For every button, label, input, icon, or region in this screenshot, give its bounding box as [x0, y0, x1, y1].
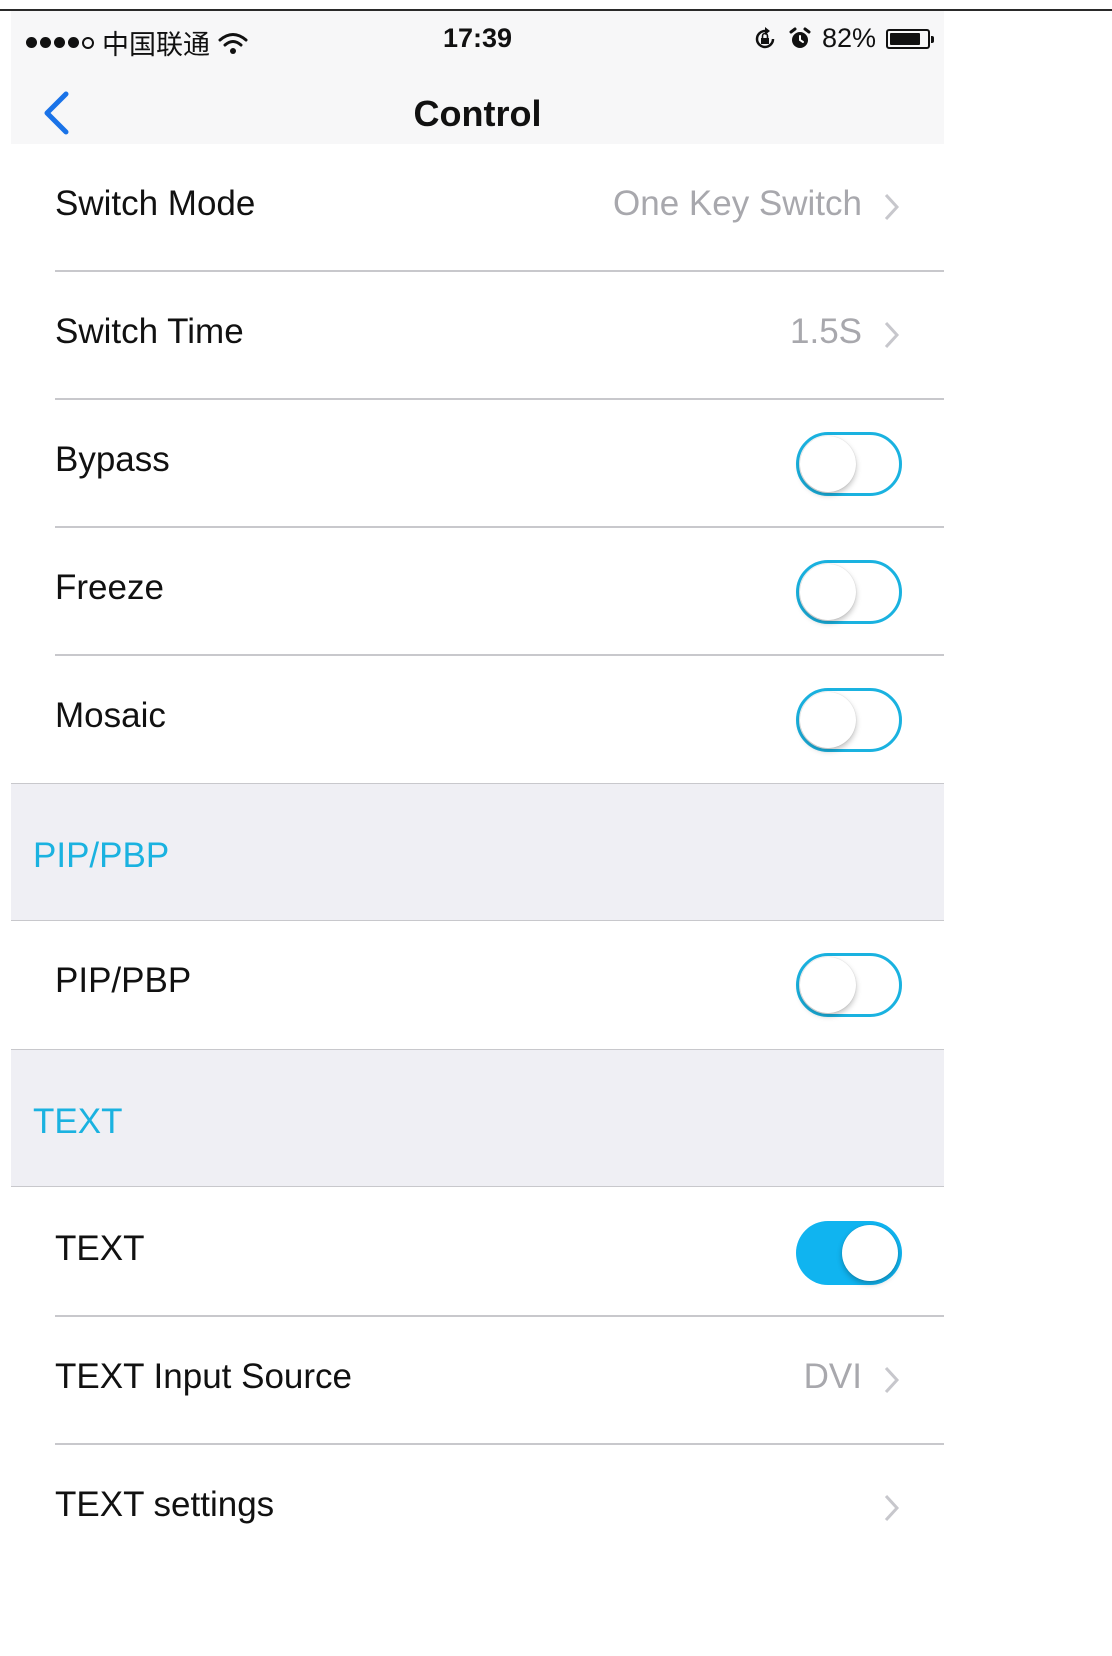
status-right: 82% — [752, 23, 934, 54]
section-title-text: TEXT — [33, 1102, 123, 1141]
mosaic-toggle[interactable] — [796, 688, 902, 752]
text-input-source-value: DVI — [803, 1357, 862, 1396]
pip-pbp-row: PIP/PBP — [11, 921, 944, 1049]
toggle-knob — [800, 692, 856, 748]
freeze-label: Freeze — [55, 568, 164, 607]
freeze-row: Freeze — [11, 528, 944, 656]
text-input-source-label: TEXT Input Source — [55, 1357, 353, 1396]
toggle-knob — [800, 564, 856, 620]
text-settings-label: TEXT settings — [55, 1485, 275, 1524]
mosaic-label: Mosaic — [55, 696, 166, 735]
switch-mode-value: One Key Switch — [613, 184, 862, 223]
rotation-lock-icon — [755, 26, 775, 48]
mosaic-row: Mosaic — [11, 656, 944, 784]
status-bar: 中国联通 17:39 82% — [11, 11, 944, 63]
text-settings-row[interactable]: TEXT settings — [11, 1445, 944, 1573]
bypass-row: Bypass — [11, 400, 944, 528]
bypass-label: Bypass — [55, 440, 170, 479]
text-row: TEXT — [11, 1189, 944, 1317]
freeze-toggle[interactable] — [796, 560, 902, 624]
text-label: TEXT — [55, 1229, 145, 1268]
switch-time-value: 1.5S — [790, 312, 862, 351]
toggle-knob — [800, 957, 856, 1013]
alarm-icon — [789, 27, 811, 48]
text-toggle[interactable] — [796, 1221, 902, 1285]
pip-pbp-toggle[interactable] — [796, 953, 902, 1017]
switch-time-row[interactable]: Switch Time 1.5S — [11, 272, 944, 400]
toggle-knob — [800, 436, 856, 492]
switch-mode-label: Switch Mode — [55, 184, 256, 223]
battery-fill — [890, 32, 920, 45]
phone-screen: 中国联通 17:39 82% Control Switch Mode One K… — [11, 11, 944, 1656]
chevron-right-icon — [884, 193, 900, 221]
switch-time-label: Switch Time — [55, 312, 244, 351]
section-header-text: TEXT — [11, 1049, 944, 1187]
chevron-right-icon — [884, 1494, 900, 1522]
page-title: Control — [413, 93, 542, 134]
battery-percent: 82% — [821, 23, 876, 53]
section-header-pip-pbp: PIP/PBP — [11, 783, 944, 921]
section-title-pip-pbp: PIP/PBP — [33, 836, 170, 875]
chevron-right-icon — [884, 321, 900, 349]
switch-mode-row[interactable]: Switch Mode One Key Switch — [11, 144, 944, 272]
pip-pbp-label: PIP/PBP — [55, 961, 192, 1000]
battery-icon — [886, 28, 934, 49]
bypass-toggle[interactable] — [796, 432, 902, 496]
toggle-knob — [842, 1225, 898, 1281]
text-input-source-row[interactable]: TEXT Input Source DVI — [11, 1317, 944, 1445]
chevron-right-icon — [884, 1366, 900, 1394]
battery-cap — [931, 35, 934, 43]
